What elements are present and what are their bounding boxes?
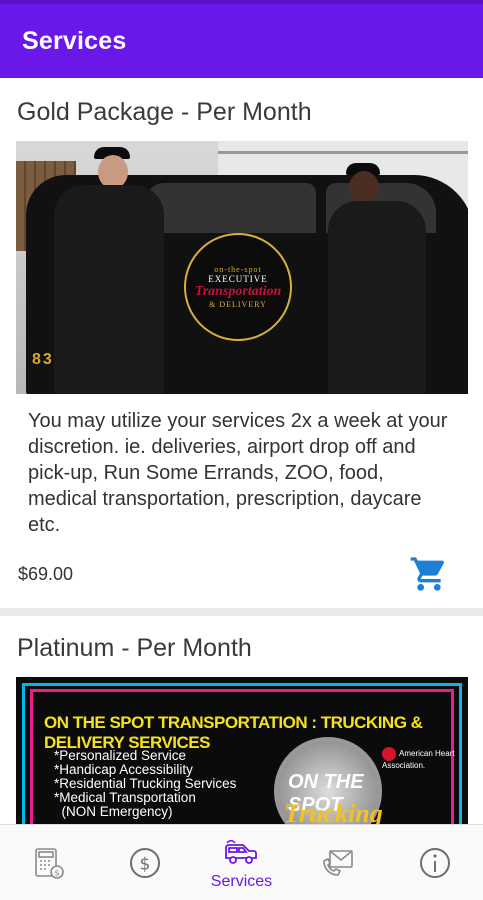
mail-phone-icon [323, 849, 353, 876]
svg-text:$: $ [139, 854, 150, 874]
tab-calculator[interactable]: $ [0, 825, 97, 900]
tab-pricing[interactable]: $ [97, 825, 194, 900]
service-description: You may utilize your services 2x a week … [28, 410, 448, 536]
card-title: Gold Package - Per Month [17, 98, 312, 126]
calculator-icon: $ [35, 847, 65, 879]
svg-text:$: $ [55, 868, 60, 877]
page-title: Services [22, 26, 127, 55]
service-card-platinum[interactable]: Platinum - Per Month ON THE SPOT TRANSPO… [0, 616, 483, 824]
price-row: $69.00 [16, 554, 467, 594]
bottom-tab-bar: $ $ Services [0, 824, 483, 900]
person-left [54, 185, 164, 394]
tab-contact[interactable] [290, 825, 387, 900]
service-image-poster: ON THE SPOT TRANSPORTATION : TRUCKING & … [16, 677, 468, 824]
person-right [328, 201, 426, 394]
poster-service-list: *Personalized Service *Handicap Accessib… [54, 748, 237, 819]
info-icon [419, 847, 450, 878]
tab-info[interactable] [386, 825, 483, 900]
card-title: Platinum - Per Month [17, 634, 252, 662]
van-icon [225, 839, 258, 864]
shopping-cart-icon[interactable] [409, 554, 449, 594]
services-list[interactable]: Gold Package - Per Month on-the-spot EXE… [0, 78, 483, 824]
app-bar: Services [0, 4, 483, 78]
tab-services[interactable]: Services [193, 825, 290, 900]
service-price: $69.00 [18, 563, 74, 584]
tab-services-label: Services [210, 872, 273, 890]
app-root: Services Gold Package - Per Month on-the… [0, 0, 483, 900]
service-card-gold[interactable]: Gold Package - Per Month on-the-spot EXE… [0, 78, 483, 608]
heart-association-badge: American Heart Association. [382, 747, 468, 770]
dollar-coin-icon: $ [129, 847, 160, 878]
company-emblem: on-the-spot EXECUTIVE Transportation & D… [184, 233, 292, 341]
service-image-van: on-the-spot EXECUTIVE Transportation & D… [16, 141, 468, 394]
